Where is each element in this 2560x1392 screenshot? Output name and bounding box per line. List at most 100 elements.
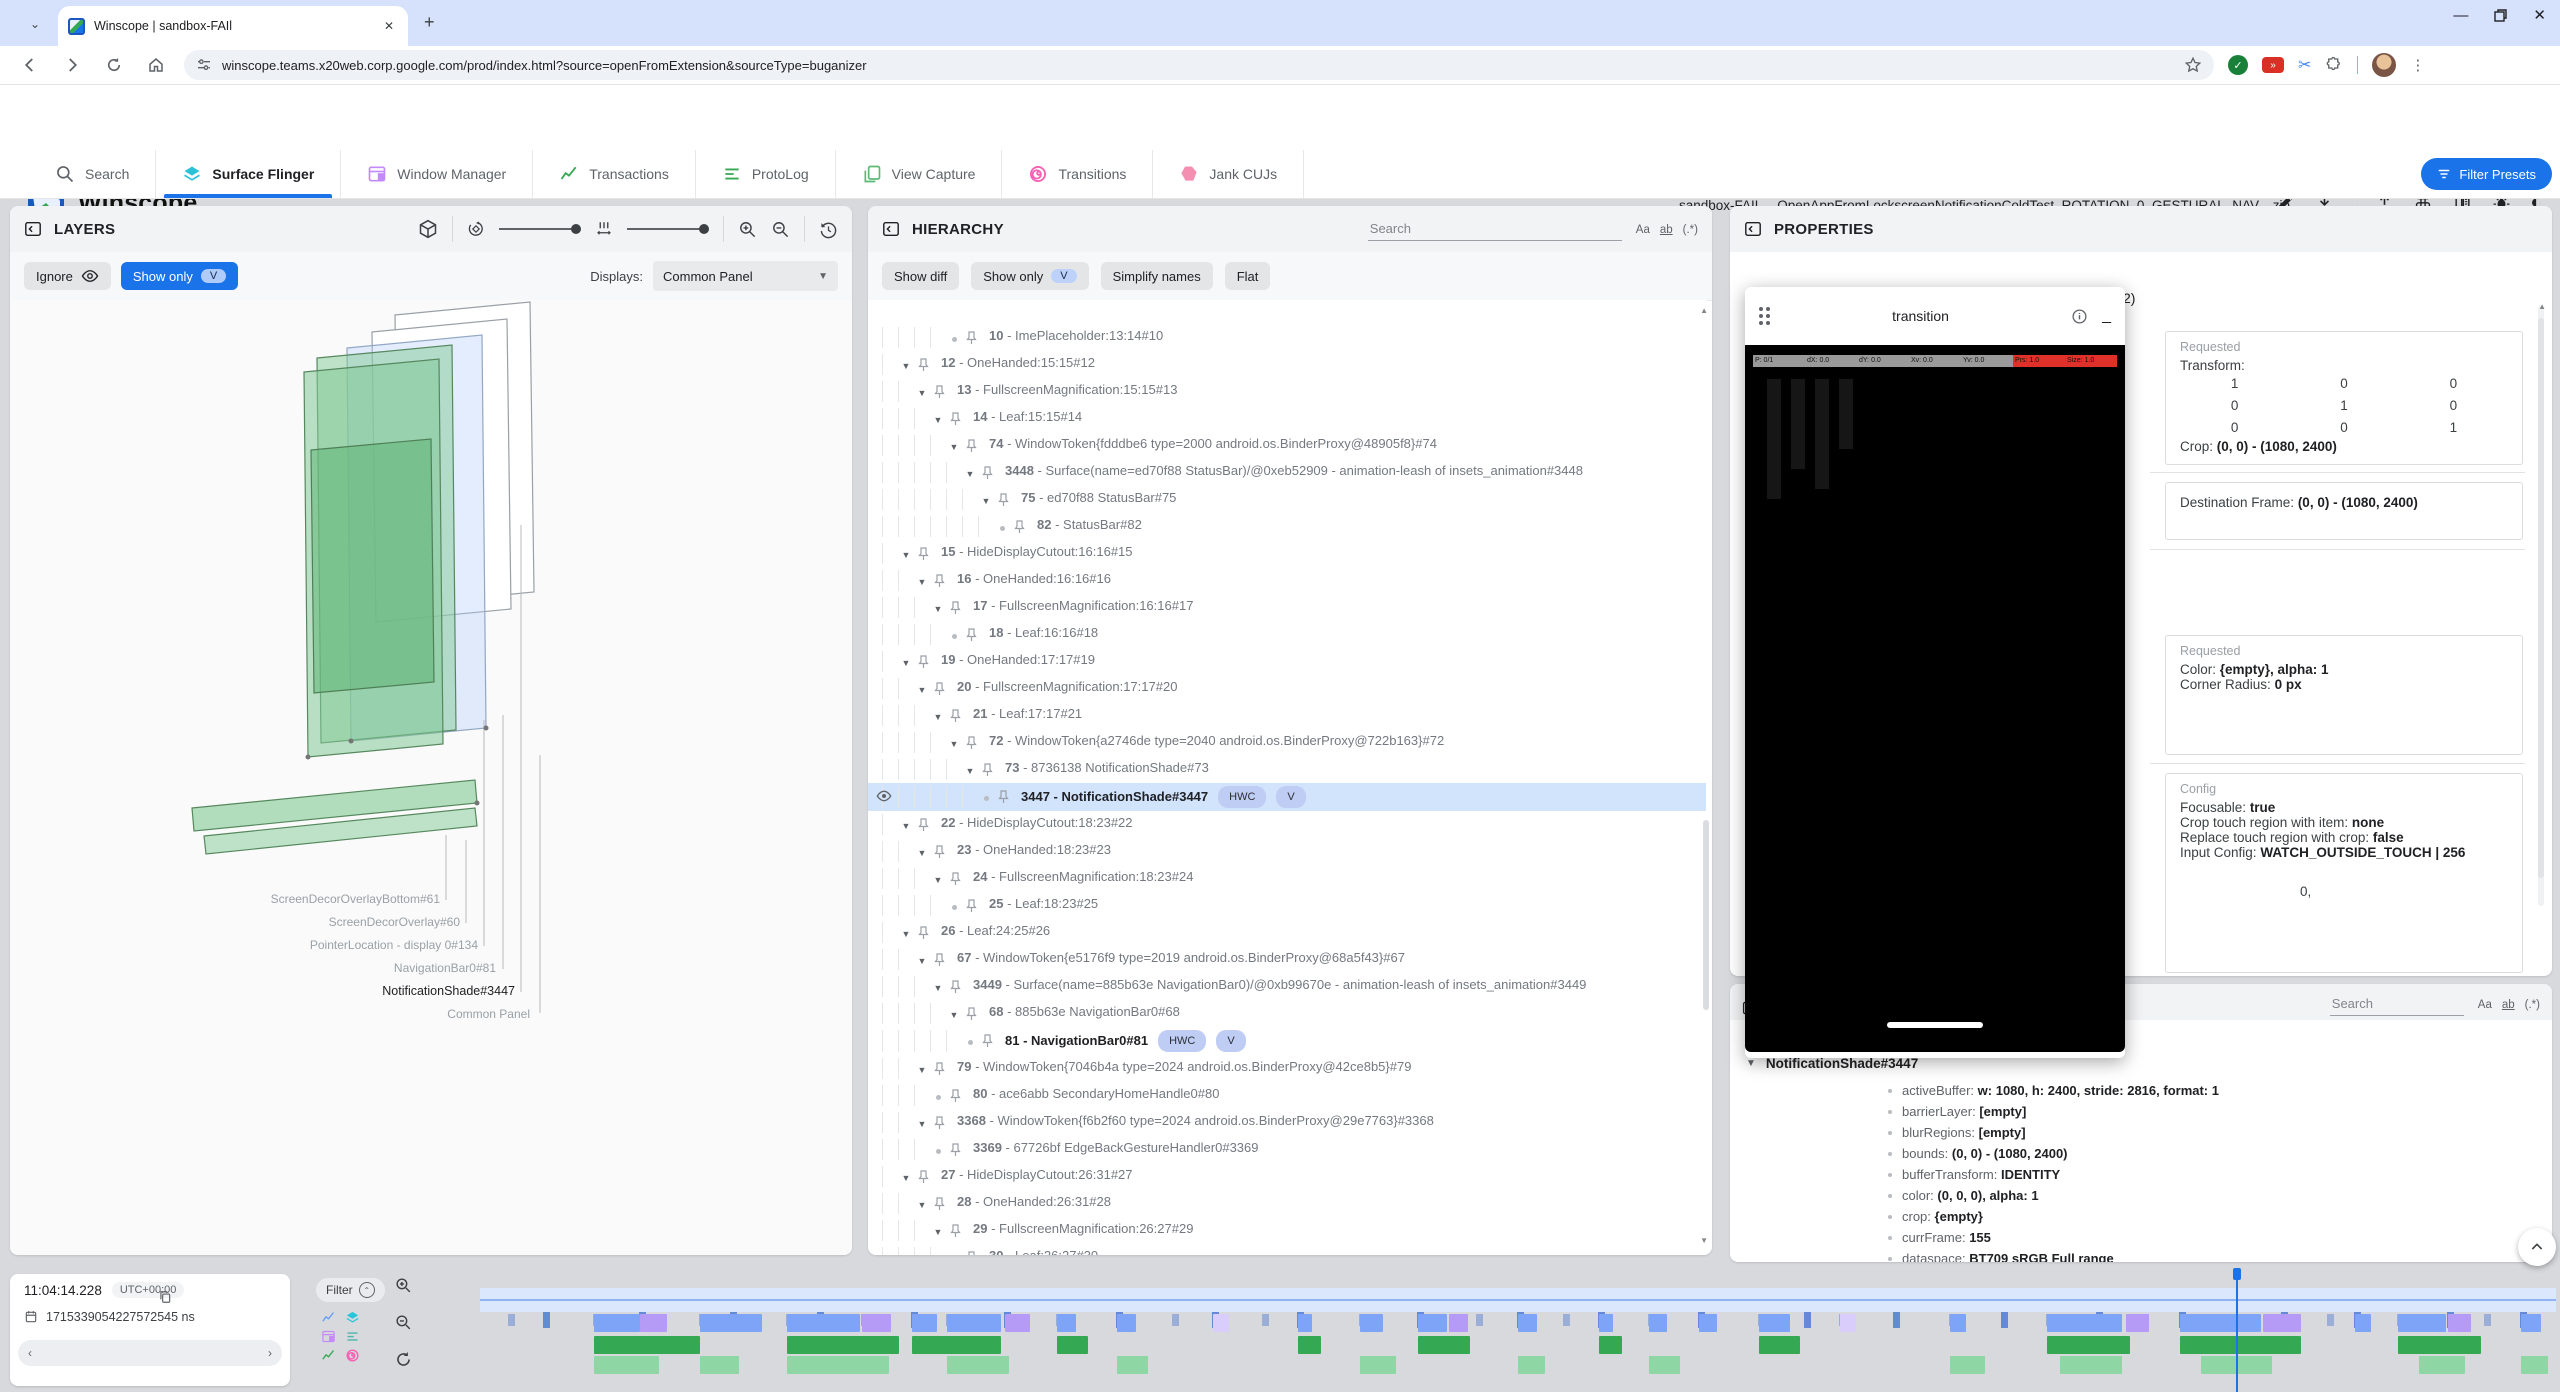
scroll-left-icon[interactable]: ‹ [28,1346,32,1360]
back-icon[interactable] [18,53,42,77]
properties-scrollbar-thumb[interactable] [2538,318,2544,878]
property-item[interactable]: dataspace: BT709 sRGB Full range [1730,1248,2552,1262]
pin-icon[interactable] [932,572,951,588]
trace-event-segment[interactable] [1518,1314,1537,1332]
filter-presets-button[interactable]: Filter Presets [2421,158,2552,190]
expand-arrow-icon[interactable]: ▼ [898,543,914,564]
trace-event-segment[interactable] [2047,1336,2130,1354]
tab-search-icon[interactable]: ⌄ [22,11,48,37]
layers-3d-view[interactable]: ScreenDecorOverlayBottom#61ScreenDecorOv… [10,300,852,1255]
trace-event-segment[interactable] [1699,1314,1718,1332]
show-only-chip[interactable]: Show only V [121,262,238,290]
expand-arrow-icon[interactable]: ▼ [898,354,914,375]
timeline-canvas[interactable] [480,1268,2556,1392]
expand-arrow-icon[interactable]: ▼ [898,922,914,943]
rotation-slider[interactable] [499,224,581,234]
tree-node-22[interactable]: ▼22 - HideDisplayCutout:18:23#22 [868,811,1706,838]
tree-node-24[interactable]: ▼24 - FullscreenMagnification:18:23#24 [868,865,1706,892]
expand-arrow-icon[interactable]: ▼ [914,841,930,862]
trace-event-segment[interactable] [1950,1356,1985,1374]
transition-window-titlebar[interactable]: transition _ [1745,287,2125,345]
copy-time-icon[interactable] [158,1290,172,1304]
tab-surface-flinger[interactable]: Surface Flinger [156,150,341,198]
expand-arrow-icon[interactable]: ▼ [898,814,914,835]
zoom-to-selection-icon[interactable] [394,1276,413,1295]
trace-event-segment[interactable] [2419,1356,2465,1374]
expand-arrow-icon[interactable]: ▼ [914,1193,930,1214]
expand-arrow-icon[interactable]: ▼ [930,597,946,618]
tree-node-80[interactable]: 80 - ace6abb SecondaryHomeHandle0#80 [868,1082,1706,1109]
layer-label[interactable]: Common Panel [447,1007,530,1021]
layer-label[interactable]: NavigationBar0#81 [394,961,496,975]
pin-icon[interactable] [932,951,951,967]
expand-arrow-icon[interactable]: ▼ [978,489,994,510]
tree-node-18[interactable]: 18 - Leaf:16:16#18 [868,621,1706,648]
expand-arrow-icon[interactable]: ▼ [914,570,930,591]
tree-node-26[interactable]: ▼26 - Leaf:24:25#26 [868,919,1706,946]
pin-icon[interactable] [948,599,967,615]
layer-label[interactable]: NotificationShade#3447 [382,984,515,998]
match-case-icon[interactable]: Aa [1636,224,1650,236]
trace-event-segment[interactable] [862,1314,891,1332]
home-icon[interactable] [144,53,168,77]
url-bar[interactable]: winscope.teams.x20web.corp.google.com/pr… [184,50,2214,80]
trace-event-segment[interactable] [2047,1314,2122,1332]
expand-arrow-icon[interactable]: ▼ [930,1220,946,1241]
trace-event-segment[interactable] [1360,1356,1395,1374]
property-item[interactable]: crop: {empty} [1730,1206,2552,1227]
tab-window-manager[interactable]: Window Manager [341,150,533,198]
expand-arrow-icon[interactable]: ▼ [930,705,946,726]
trace-event-segment[interactable] [2521,1314,2542,1332]
trace-event-segment[interactable] [1418,1336,1470,1354]
tree-node-68[interactable]: ▼68 - 885b63e NavigationBar0#68 [868,1000,1706,1027]
trace-event-segment[interactable] [912,1336,1001,1354]
tree-node-29[interactable]: ▼29 - FullscreenMagnification:26:27#29 [868,1217,1706,1244]
pin-icon[interactable] [932,843,951,859]
tree-node-27[interactable]: ▼27 - HideDisplayCutout:26:31#27 [868,1163,1706,1190]
drag-handle-icon[interactable] [1759,307,1770,325]
zoom-out-icon[interactable] [771,220,790,239]
trace-event-segment[interactable] [2060,1356,2122,1374]
tree-node-82[interactable]: 82 - StatusBar#82 [868,513,1706,540]
pin-icon[interactable] [948,410,967,426]
visibility-eye-icon[interactable] [876,788,892,804]
trace-event-segment[interactable] [640,1314,667,1332]
expand-arrow-icon[interactable]: ▼ [914,1112,930,1133]
expand-arrow-icon[interactable]: ▼ [930,868,946,889]
trace-event-segment[interactable] [947,1314,1001,1332]
timeline-filter-chip[interactable]: Filter ⌃ [316,1278,385,1302]
trace-toggle-chart-icon[interactable] [318,1310,338,1325]
extension-red-icon[interactable]: » [2262,57,2284,73]
pin-icon[interactable] [980,761,999,777]
tree-node-3368[interactable]: ▼3368 - WindowToken{f6b2f60 type=2024 an… [868,1109,1706,1136]
tab-transactions[interactable]: Transactions [533,150,696,198]
selected-node-header[interactable]: ▼ NotificationShade#3447 [1746,1056,1918,1071]
tree-node-30[interactable]: 30 - Leaf:26:27#30 [868,1244,1706,1255]
match-case-icon[interactable]: Aa [2478,999,2492,1011]
profile-avatar[interactable] [2372,53,2396,77]
tree-node-21[interactable]: ▼21 - Leaf:17:17#21 [868,702,1706,729]
window-minimize-icon[interactable]: — [2453,7,2468,24]
trace-event-segment[interactable] [2355,1314,2372,1332]
window-close-icon[interactable]: ✕ [2533,6,2546,24]
site-settings-icon[interactable] [196,57,212,73]
tree-node-20[interactable]: ▼20 - FullscreenMagnification:17:17#20 [868,675,1706,702]
pin-icon[interactable] [916,1168,935,1184]
displays-select[interactable]: Common Panel ▼ [653,261,838,291]
trace-event-segment[interactable] [2180,1336,2300,1354]
tab-search[interactable]: Search [28,150,156,198]
collapse-panel-icon[interactable] [882,220,900,238]
show-diff-chip[interactable]: Show diff [882,262,959,290]
trace-event-segment[interactable] [594,1356,658,1374]
pin-icon[interactable] [964,734,983,750]
trace-event-segment[interactable] [787,1336,899,1354]
tree-node-16[interactable]: ▼16 - OneHanded:16:16#16 [868,567,1706,594]
bookmark-star-icon[interactable] [2184,56,2202,74]
layer-label[interactable]: PointerLocation - display 0#134 [310,938,478,952]
tree-node-67[interactable]: ▼67 - WindowToken{e5176f9 type=2019 andr… [868,946,1706,973]
trace-event-segment[interactable] [2521,1356,2548,1374]
expand-arrow-icon[interactable]: ▼ [946,732,962,753]
reset-view-icon[interactable] [819,220,838,239]
pin-icon[interactable] [916,356,935,372]
tree-node-79[interactable]: ▼79 - WindowToken{7046b4a type=2024 andr… [868,1055,1706,1082]
